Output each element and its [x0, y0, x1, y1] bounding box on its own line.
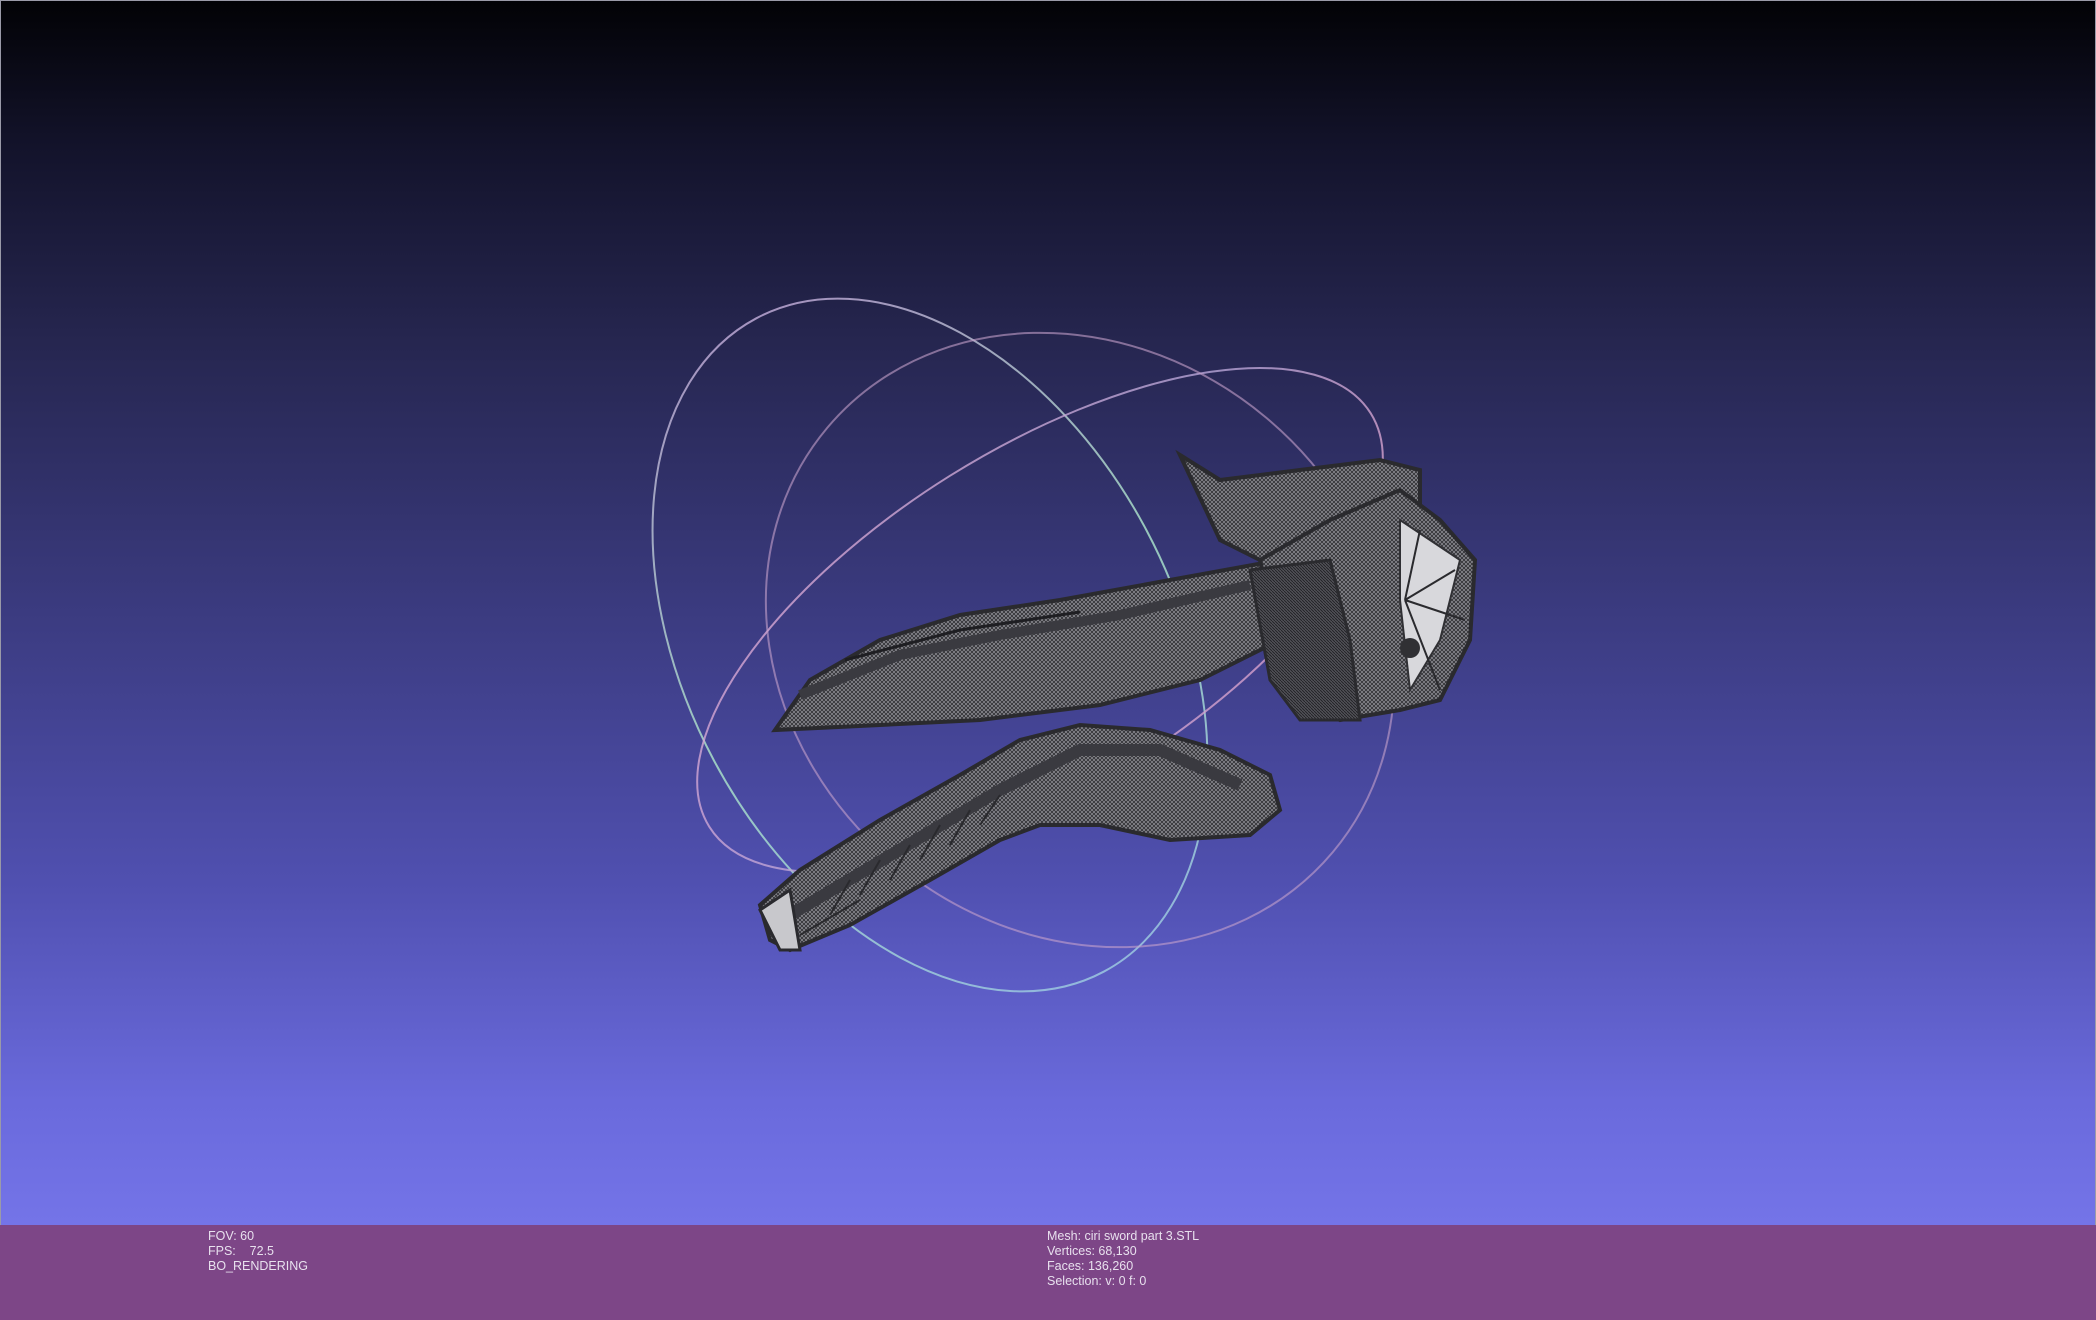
3d-viewport[interactable]	[0, 0, 2096, 1225]
fov-readout: FOV: 60	[208, 1229, 255, 1243]
render-mode-readout: BO_RENDERING	[208, 1259, 309, 1273]
mesh-name-readout: Mesh: ciri sword part 3.STL	[1047, 1229, 1200, 1243]
faces-readout: Faces: 136,260	[1047, 1259, 1134, 1273]
status-bar: FOV: 60 FPS: 72.5 BO_RENDERING Mesh: cir…	[0, 1225, 2096, 1320]
vertices-readout: Vertices: 68,130	[1047, 1244, 1137, 1258]
scene-canvas[interactable]	[0, 0, 2096, 1225]
mesh-lower-arm	[757, 722, 1283, 953]
fps-readout: FPS: 72.5	[208, 1244, 275, 1258]
selection-readout: Selection: v: 0 f: 0	[1047, 1274, 1147, 1288]
mesh-model[interactable]	[757, 449, 1478, 953]
render-info: FOV: 60 FPS: 72.5 BO_RENDERING	[208, 1229, 308, 1274]
mesh-info: Mesh: ciri sword part 3.STL Vertices: 68…	[1047, 1229, 1199, 1289]
